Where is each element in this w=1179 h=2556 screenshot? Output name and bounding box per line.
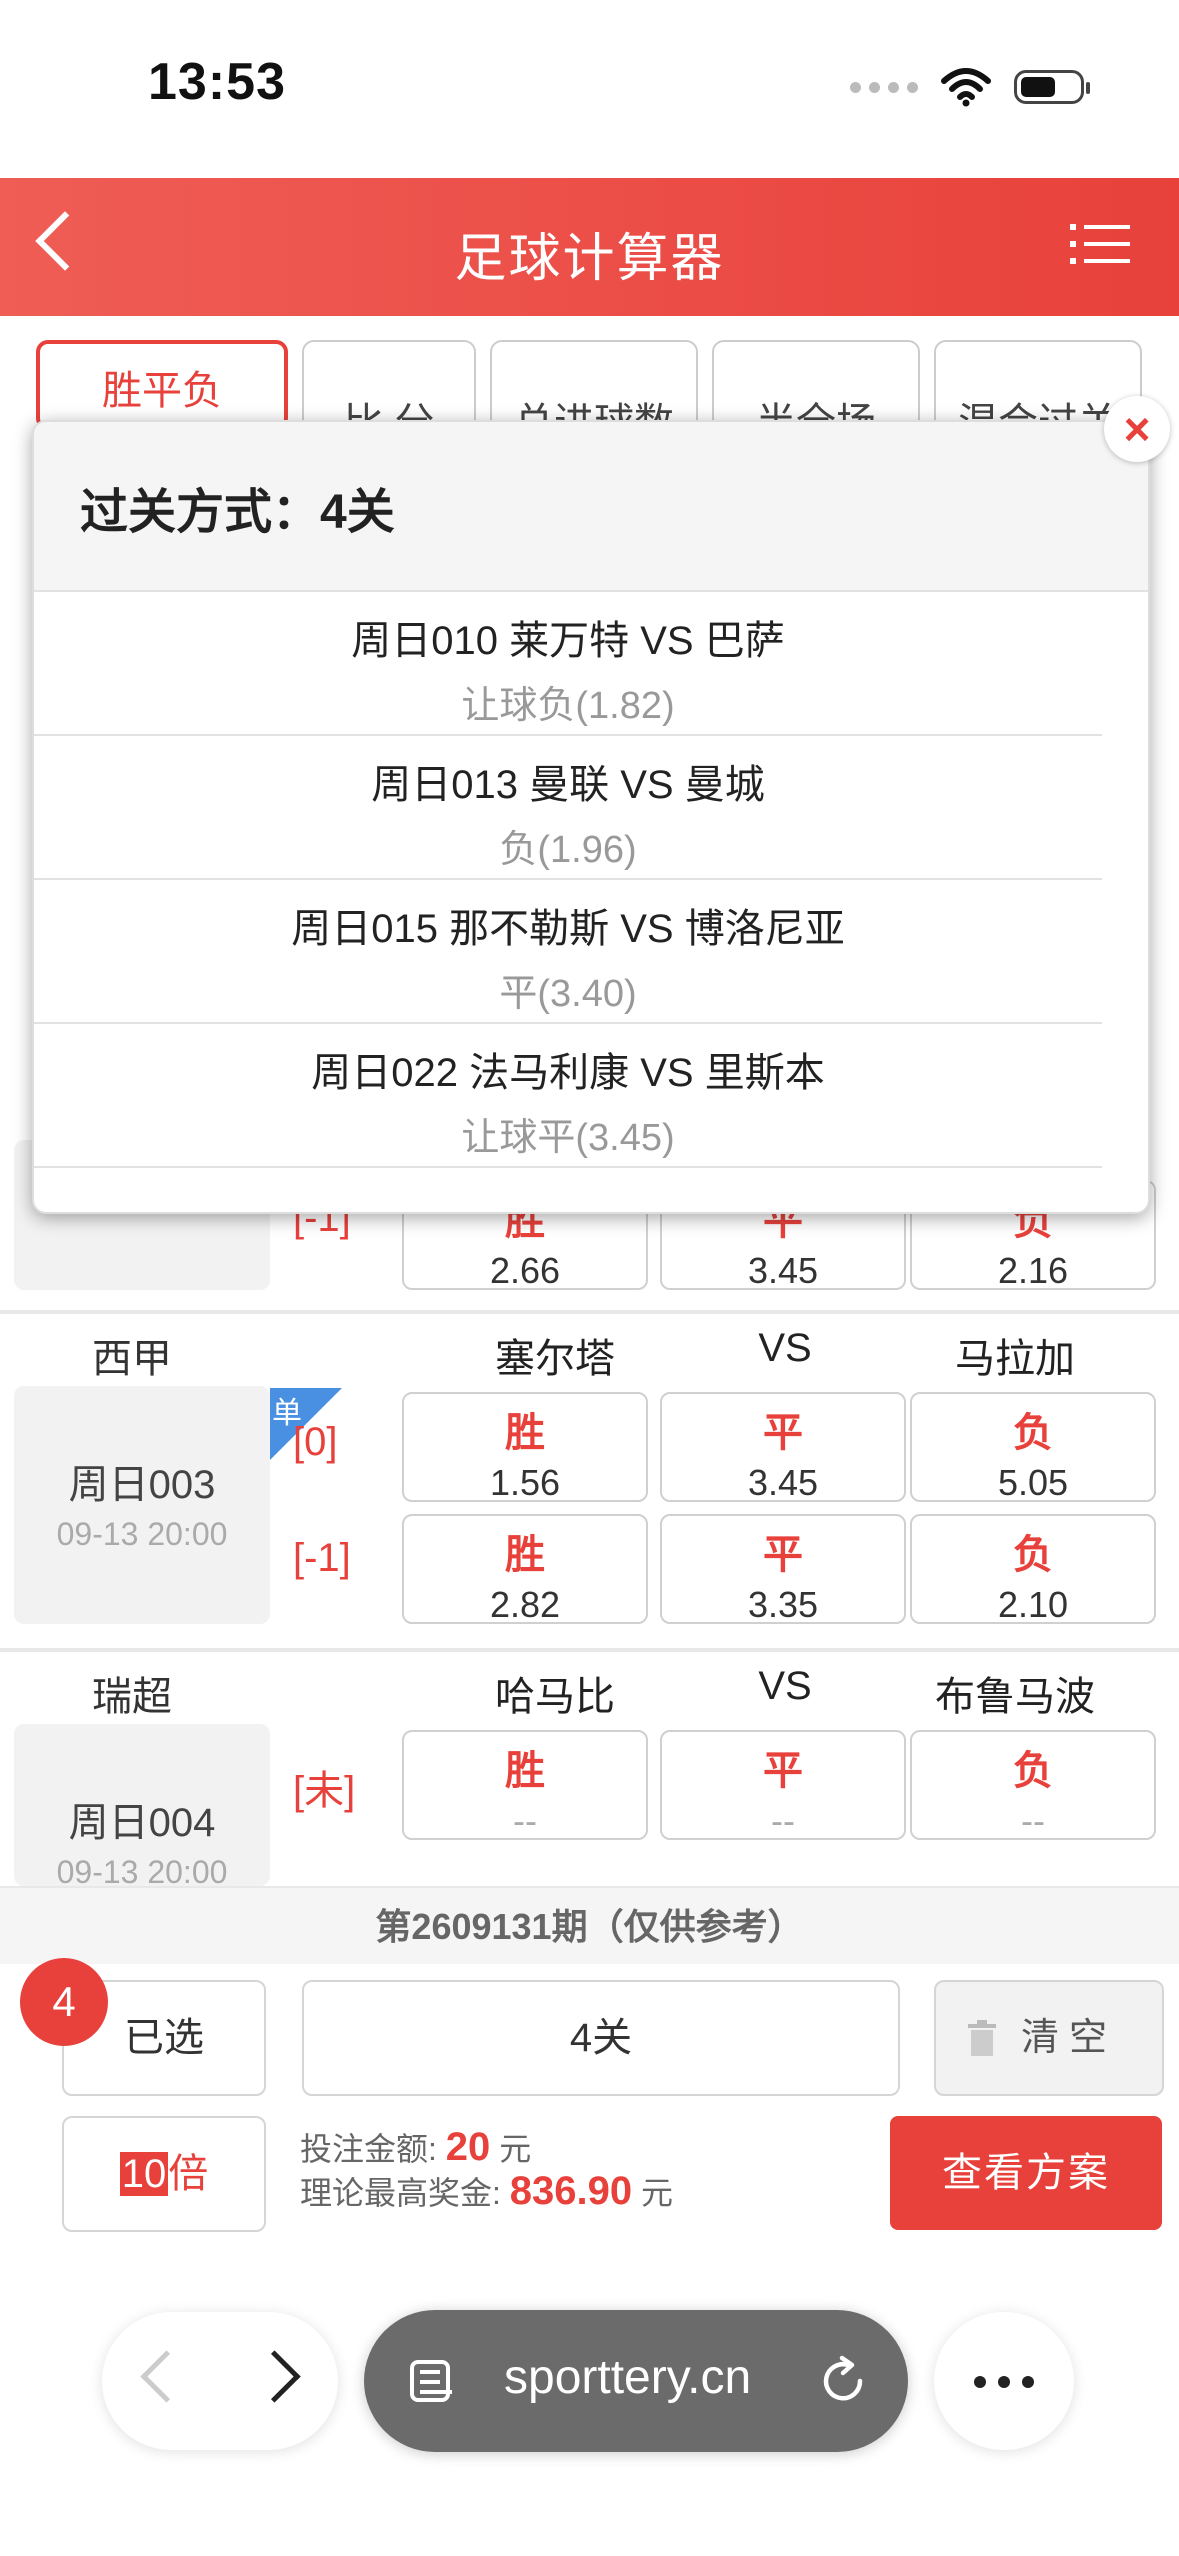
popup-pick: 让球负(1.82) <box>461 685 675 727</box>
odds-lose-button[interactable]: 负 -- <box>910 1730 1156 1841</box>
popup-title: 过关方式：4关 <box>80 486 395 539</box>
home-team: 塞尔塔 <box>495 1337 615 1381</box>
reload-icon[interactable] <box>816 2354 870 2408</box>
home-team: 哈马比 <box>495 1675 615 1719</box>
odds-lose-button[interactable]: 负 5.05 <box>910 1392 1156 1503</box>
odds-win-button[interactable]: 胜 1.56 <box>402 1392 648 1503</box>
more-icon[interactable] <box>974 2376 1034 2388</box>
away-team: 布鲁马波 <box>935 1675 1095 1719</box>
cellular-signal-icon <box>850 81 918 93</box>
popup-match: 周日010 莱万特 VS 巴萨 <box>351 619 785 663</box>
vs-label: VS <box>758 1326 812 1370</box>
max-prize-line: 理论最高奖金: 836.90 元 <box>300 2169 674 2213</box>
tab-half-full[interactable]: 半全场 <box>712 340 920 430</box>
match-day: 周日003 <box>68 1463 216 1507</box>
popup-list-item: 周日022 法马利康 VS 里斯本 让球平(3.45) <box>34 1024 1102 1168</box>
menu-icon[interactable] <box>1070 222 1130 266</box>
tab-win-draw-lose[interactable]: 胜平负 <box>36 340 288 430</box>
popup-list-item: 周日010 莱万特 VS 巴萨 让球负(1.82) <box>34 592 1102 736</box>
divider <box>0 1310 1179 1314</box>
handicap-label: [-1] <box>293 1536 351 1580</box>
popup-match: 周日013 曼联 VS 曼城 <box>371 763 765 807</box>
odds-draw-button[interactable]: 平 -- <box>660 1730 906 1841</box>
parlay-popup: 过关方式：4关 周日010 莱万特 VS 巴萨 让球负(1.82) 周日013 … <box>32 420 1150 1214</box>
view-plan-button[interactable]: 查看方案 <box>890 2116 1162 2230</box>
vs-label: VS <box>758 1664 812 1708</box>
odds-lose-button[interactable]: 负 2.10 <box>910 1514 1156 1625</box>
divider <box>0 1648 1179 1652</box>
period-label: 第2609131期（仅供参考） <box>0 1886 1179 1966</box>
wifi-icon <box>941 68 991 107</box>
handicap-label: [未] <box>293 1769 356 1813</box>
battery-icon <box>1014 70 1090 104</box>
pass-mode-selector[interactable]: 4关 <box>302 1980 900 2096</box>
match-time: 09-13 20:00 <box>56 1516 228 1552</box>
clear-label: 清空 <box>1020 2017 1117 2059</box>
tab-total-goals[interactable]: 总进球数 <box>490 340 698 430</box>
handicap-label: [0] <box>293 1420 338 1464</box>
status-time: 13:53 <box>148 53 286 111</box>
close-icon[interactable]: × <box>1104 396 1170 462</box>
popup-list-item: 周日015 那不勒斯 VS 博洛尼亚 平(3.40) <box>34 880 1102 1024</box>
odds-win-button[interactable]: 胜 -- <box>402 1730 648 1841</box>
bet-amount: 20 <box>445 2125 491 2169</box>
nav-buttons <box>102 2312 338 2450</box>
popup-pick: 负(1.96) <box>499 829 637 871</box>
popup-pick: 让球平(3.45) <box>461 1117 675 1159</box>
odds-win-button[interactable]: 胜 2.82 <box>402 1514 648 1625</box>
max-prize: 836.90 <box>509 2169 633 2213</box>
page-menu-icon[interactable] <box>408 2356 458 2406</box>
odds-draw-button[interactable]: 平 3.45 <box>660 1392 906 1503</box>
tab-score[interactable]: 比 分 <box>302 340 476 430</box>
url-text: sporttery.cn <box>504 2351 752 2404</box>
popup-pick: 平(3.40) <box>499 973 637 1015</box>
clear-button[interactable]: 清空 <box>934 1980 1164 2096</box>
selected-count-badge: 4 <box>20 1958 108 2046</box>
popup-list-item: 周日013 曼联 VS 曼城 负(1.96) <box>34 736 1102 880</box>
league-name: 西甲 <box>92 1337 172 1381</box>
trash-icon <box>968 2020 996 2056</box>
away-team: 马拉加 <box>955 1337 1075 1381</box>
odds-draw-button[interactable]: 平 3.35 <box>660 1514 906 1625</box>
popup-header: 过关方式：4关 <box>34 422 1148 592</box>
league-name: 瑞超 <box>92 1675 172 1719</box>
match-day: 周日004 <box>68 1801 216 1845</box>
status-indicators <box>850 62 1090 112</box>
page-title: 足球计算器 <box>454 230 725 288</box>
bet-amount-line: 投注金额: 20 元 <box>300 2125 532 2169</box>
match-time: 09-13 20:00 <box>56 1854 228 1886</box>
popup-match: 周日015 那不勒斯 VS 博洛尼亚 <box>291 907 845 951</box>
popup-match: 周日022 法马利康 VS 里斯本 <box>311 1051 825 1095</box>
multiplier-input[interactable]: 10倍 <box>62 2116 266 2232</box>
